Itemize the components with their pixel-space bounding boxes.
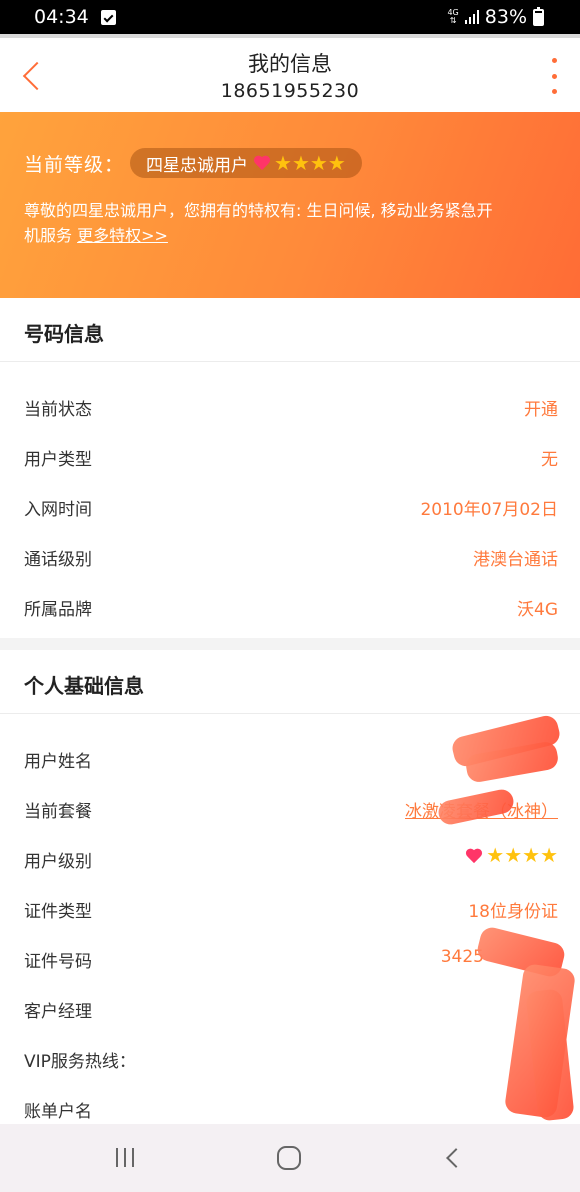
star-icon: ★ [274, 150, 292, 175]
level-name: 四星忠诚用户 [146, 155, 249, 176]
star-icon: ★ [522, 843, 541, 867]
page-title: 我的信息 [248, 52, 332, 76]
level-label: 当前等级： [24, 153, 125, 176]
battery-icon [533, 6, 544, 26]
star-icon: ★ [504, 843, 523, 867]
star-icon: ★ [540, 843, 558, 867]
system-back-button[interactable] [444, 1148, 460, 1168]
row-vip-hotline: VIP服务热线： [24, 1052, 136, 1072]
privilege-text: 尊敬的四星忠诚用户，您拥有的特权有: 生日问候, 移动业务紧急开机服务 更多特权… [24, 201, 493, 245]
star-icon: ★ [309, 150, 328, 175]
phone-number: 18651955230 [220, 80, 360, 102]
section-title-personal-info: 个人基础信息 [24, 674, 144, 698]
user-level-rating: ★★★★ [466, 845, 558, 866]
star-icon: ★ [486, 843, 505, 867]
level-badge: 四星忠诚用户 ★★★★ [130, 148, 362, 178]
star-icon: ★ [291, 150, 310, 175]
section-title-number-info: 号码信息 [24, 322, 104, 346]
battery-percent: 83% [484, 6, 527, 28]
heart-icon [466, 848, 482, 864]
heart-icon [254, 155, 270, 171]
row-call-level: 通话级别 港澳台通话 [24, 550, 558, 570]
level-banner: 当前等级： 四星忠诚用户 ★★★★ 尊敬的四星忠诚用户，您拥有的特权有: 生日问… [0, 112, 580, 298]
recent-apps-button[interactable] [116, 1148, 134, 1167]
section-gap [0, 638, 580, 650]
notification-icon [100, 9, 116, 25]
network-type-icon: 4G ⇅ [447, 8, 459, 25]
star-rating: ★★★★ [486, 845, 558, 866]
row-status: 当前状态 开通 [24, 400, 558, 420]
row-brand: 所属品牌 沃4G [24, 600, 558, 620]
system-nav-bar [0, 1124, 580, 1192]
row-user-type: 用户类型 无 [24, 450, 558, 470]
row-join-date: 入网时间 2010年07月02日 [24, 500, 558, 520]
star-icon: ★ [327, 150, 346, 175]
more-vertical-icon [551, 58, 557, 63]
star-rating: ★★★★ [274, 153, 346, 174]
number-info-section: 号码信息 当前状态 开通 用户类型 无 入网时间 2010年07月02日 通话级… [0, 298, 580, 638]
personal-info-section: 个人基础信息 用户姓名 当前套餐 冰激凌套餐（冰神） 用户级别 ★★★★ 证件类… [0, 650, 580, 1124]
app-header: 我的信息 18651955230 [0, 34, 580, 112]
row-id-type: 证件类型 18位身份证 [24, 902, 558, 922]
more-menu-button[interactable] [548, 58, 560, 94]
status-bar: 04:34 4G ⇅ 83% [0, 0, 580, 34]
status-time: 04:34 [34, 6, 89, 28]
row-user-level: 用户级别 ★★★★ [24, 843, 558, 872]
home-button[interactable] [277, 1146, 301, 1170]
more-privileges-link[interactable]: 更多特权>> [77, 226, 168, 245]
row-account-manager: 客户经理 [24, 1002, 92, 1022]
signal-icon [464, 10, 479, 24]
